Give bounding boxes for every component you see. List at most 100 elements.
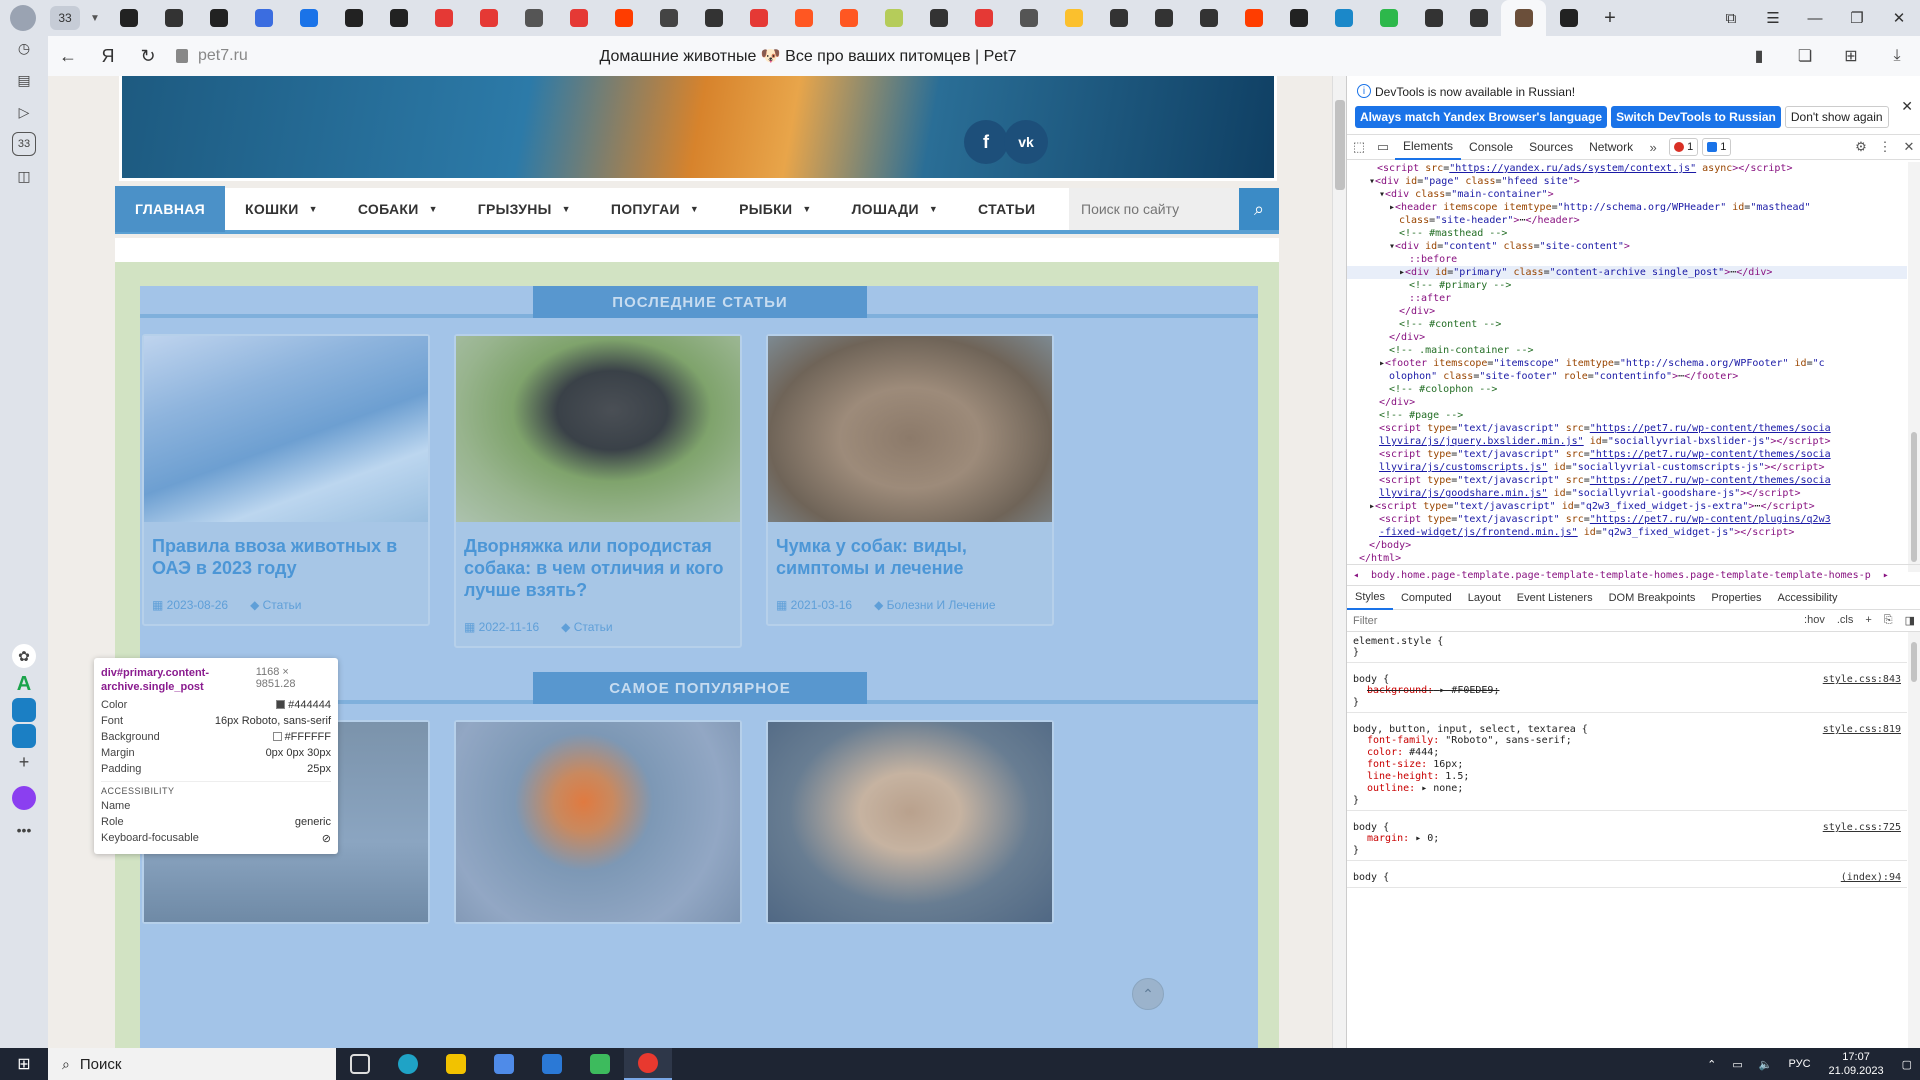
mail-icon[interactable] [528,1048,576,1080]
dom-comment[interactable]: <!-- #content --> [1399,318,1501,331]
dom-comment[interactable]: <!-- #masthead --> [1399,227,1507,240]
css-rule[interactable]: element.style {} [1347,632,1907,663]
browser-tab[interactable] [241,0,286,36]
browser-tab[interactable] [466,0,511,36]
browser-tab[interactable] [601,0,646,36]
close-icon[interactable]: ✕ [1901,98,1913,115]
screenshot-icon[interactable]: ◫ [12,164,36,188]
dom-node[interactable]: <script src="https://yandex.ru/ads/syste… [1377,162,1792,175]
nav-item-8[interactable]: СТАТЬИ [958,186,1055,232]
tab-computed[interactable]: Computed [1393,586,1460,610]
article-image[interactable] [768,722,1052,922]
browser-tab[interactable] [1231,0,1276,36]
more-tabs-icon[interactable]: » [1641,134,1665,160]
switch-to-russian-button[interactable]: Switch DevTools to Russian [1611,106,1781,128]
language-indicator[interactable]: РУС [1789,1058,1811,1070]
task-view-icon[interactable] [336,1048,384,1080]
dom-node[interactable]: <script type="text/javascript" src="http… [1379,448,1831,461]
extensions-icon[interactable]: ⊞ [1828,36,1874,76]
tab-counter-button[interactable]: 33 [50,6,80,30]
css-rule[interactable]: body {style.css:843 background: ▸ #F0EDE9… [1347,670,1907,713]
scroll-to-top-button[interactable]: ⌃ [1132,978,1164,1010]
css-rule[interactable]: body {(index):94 [1347,868,1907,888]
bookmark-icon[interactable]: ⧉ [1710,0,1752,36]
dom-comment[interactable]: <!-- .main-container --> [1389,344,1534,357]
tab-properties[interactable]: Properties [1703,586,1769,610]
network-icon[interactable]: ▭ [1732,1058,1742,1071]
message-count-badge[interactable]: 1 [1702,138,1732,156]
css-selector[interactable]: body, button, input, select, textarea { [1353,724,1901,735]
dom-node[interactable]: llyvira/js/jquery.bxslider.min.js" id="s… [1379,435,1831,448]
browser-tab[interactable] [151,0,196,36]
browser-tab[interactable] [1546,0,1591,36]
nav-item-5[interactable]: ПОПУГАИ ▼ [591,186,719,232]
article-card[interactable] [766,720,1054,924]
page-scrollbar-thumb[interactable] [1335,100,1345,190]
css-selector[interactable]: body { [1353,822,1901,833]
browser-tab[interactable] [871,0,916,36]
dom-comment[interactable]: <!-- #primary --> [1409,279,1511,292]
notifications-icon[interactable]: ▢ [1902,1058,1912,1071]
tab-layout[interactable]: Layout [1460,586,1509,610]
css-selector[interactable]: element.style { [1353,636,1901,647]
dom-tree[interactable]: <script src="https://yandex.ru/ads/syste… [1347,162,1907,562]
browser-tab[interactable] [961,0,1006,36]
dom-breadcrumb[interactable]: ◂ body.home.page-template.page-template-… [1347,564,1920,586]
css-declaration[interactable]: color: #444; [1353,747,1901,759]
browser-tab[interactable] [1006,0,1051,36]
browser-tab[interactable] [196,0,241,36]
article-image[interactable] [456,336,740,522]
browser-tab[interactable] [1276,0,1321,36]
dom-node[interactable]: ▸<script type="text/javascript" id="q2w3… [1369,500,1815,513]
css-selector[interactable]: body { [1353,674,1901,685]
new-tab-button[interactable]: + [1595,3,1625,33]
dom-node[interactable]: llyvira/js/goodshare.min.js" id="sociall… [1379,487,1800,500]
breadcrumb-left-arrow[interactable]: ◂ [1353,570,1359,581]
clock[interactable]: 17:07 21.09.2023 [1829,1050,1884,1078]
css-source-link[interactable]: style.css:819 [1823,724,1901,735]
css-source-link[interactable]: style.css:843 [1823,674,1901,685]
downloads-icon[interactable]: ⤓ [1874,36,1920,76]
class-toggle[interactable]: .cls [1837,614,1854,627]
tab-network[interactable]: Network [1581,134,1641,160]
css-declaration[interactable]: background: ▸ #F0EDE9; [1353,685,1901,697]
paint-icon[interactable]: ⎘ [1884,614,1893,627]
url-field[interactable]: pet7.ru [176,47,248,65]
file-explorer-icon[interactable] [432,1048,480,1080]
alice-icon[interactable] [12,786,36,810]
nav-item-4[interactable]: ГРЫЗУНЫ ▼ [458,186,591,232]
css-declaration[interactable]: font-family: "Roboto", sans-serif; [1353,735,1901,747]
breadcrumb-right-arrow[interactable]: ▸ [1883,570,1889,581]
dom-comment[interactable]: <!-- #page --> [1379,409,1463,422]
article-title[interactable]: Чумка у собак: виды, симптомы и лечение [768,522,1052,580]
css-source-link[interactable]: style.css:725 [1823,822,1901,833]
dom-node[interactable]: <script type="text/javascript" src="http… [1379,422,1831,435]
green-a-icon[interactable]: A [12,672,36,696]
browser-tab[interactable] [916,0,961,36]
browser-tab[interactable] [421,0,466,36]
styles-scrollbar-thumb[interactable] [1911,642,1917,682]
chatgpt-icon[interactable]: ✿ [12,644,36,668]
article-image[interactable] [768,336,1052,522]
dom-node[interactable]: class="site-header">⋯</header> [1399,214,1580,227]
dom-node[interactable]: </div> [1379,396,1415,409]
history-icon[interactable]: ◷ [12,36,36,60]
store-icon[interactable] [480,1048,528,1080]
tab-elements[interactable]: Elements [1395,134,1462,160]
article-image[interactable] [144,336,428,522]
dom-tree-scrollbar-thumb[interactable] [1911,432,1917,562]
css-rule[interactable]: body, button, input, select, textarea {s… [1347,720,1907,811]
menu-icon[interactable]: ☰ [1752,0,1794,36]
dom-node[interactable]: </body> [1369,539,1411,552]
css-source-link[interactable]: (index):94 [1841,872,1901,883]
bookmark-flag-icon[interactable]: ▮ [1736,36,1782,76]
tray-expand-icon[interactable]: ⌃ [1707,1058,1716,1071]
article-card[interactable]: Чумка у собак: виды, симптомы и лечение … [766,334,1054,626]
browser-tab[interactable] [691,0,736,36]
dom-node[interactable]: ▾<div class="main-container"> [1379,188,1554,201]
dom-node[interactable]: olophon" class="site-footer" role="conte… [1389,370,1738,383]
browser-tab[interactable] [1186,0,1231,36]
article-image[interactable] [456,722,740,922]
browser-tab[interactable] [1366,0,1411,36]
service-icon-2[interactable] [12,724,36,748]
